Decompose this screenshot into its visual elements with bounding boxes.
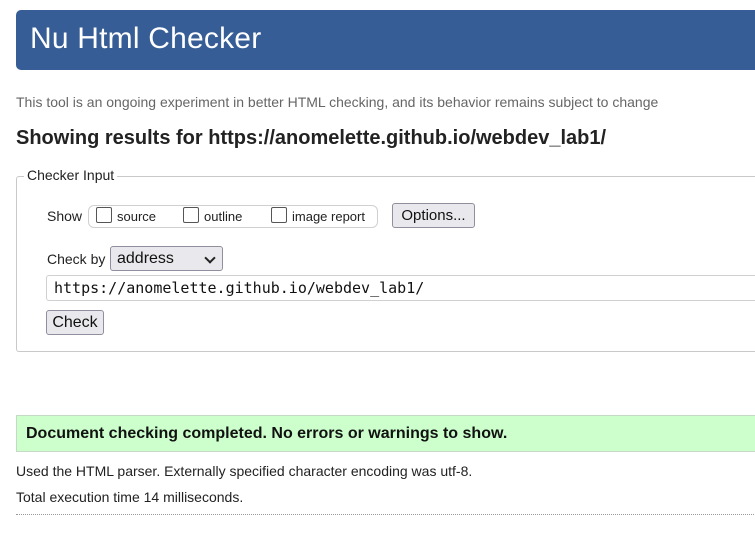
image-report-checkbox-label[interactable]: image report (292, 209, 365, 224)
results-heading: Showing results for https://anomelette.g… (16, 127, 607, 149)
source-checkbox-label[interactable]: source (117, 209, 156, 224)
check-by-select[interactable]: address (110, 246, 223, 271)
outline-checkbox[interactable] (183, 207, 199, 223)
divider (16, 514, 755, 515)
header-banner: Nu Html Checker (16, 10, 755, 70)
image-report-checkbox[interactable] (271, 207, 287, 223)
checker-input-legend: Checker Input (24, 167, 118, 183)
success-message-box: Document checking completed. No errors o… (16, 415, 755, 452)
outline-checkbox-label[interactable]: outline (204, 209, 242, 224)
intro-text: This tool is an ongoing experiment in be… (16, 94, 659, 110)
success-message: Document checking completed. No errors o… (26, 425, 508, 442)
app-title: Nu Html Checker (30, 22, 262, 55)
options-button[interactable]: Options... (392, 203, 475, 228)
check-by-value: address (117, 250, 174, 267)
parser-info: Used the HTML parser. Externally specifi… (16, 463, 473, 479)
source-checkbox[interactable] (96, 207, 112, 223)
chevron-down-icon (204, 252, 216, 264)
check-by-label: Check by (47, 251, 106, 267)
show-label: Show (47, 208, 83, 224)
url-input[interactable]: https://anomelette.github.io/webdev_lab1… (46, 275, 755, 301)
check-button[interactable]: Check (46, 310, 104, 335)
execution-time: Total execution time 14 milliseconds. (16, 489, 244, 505)
